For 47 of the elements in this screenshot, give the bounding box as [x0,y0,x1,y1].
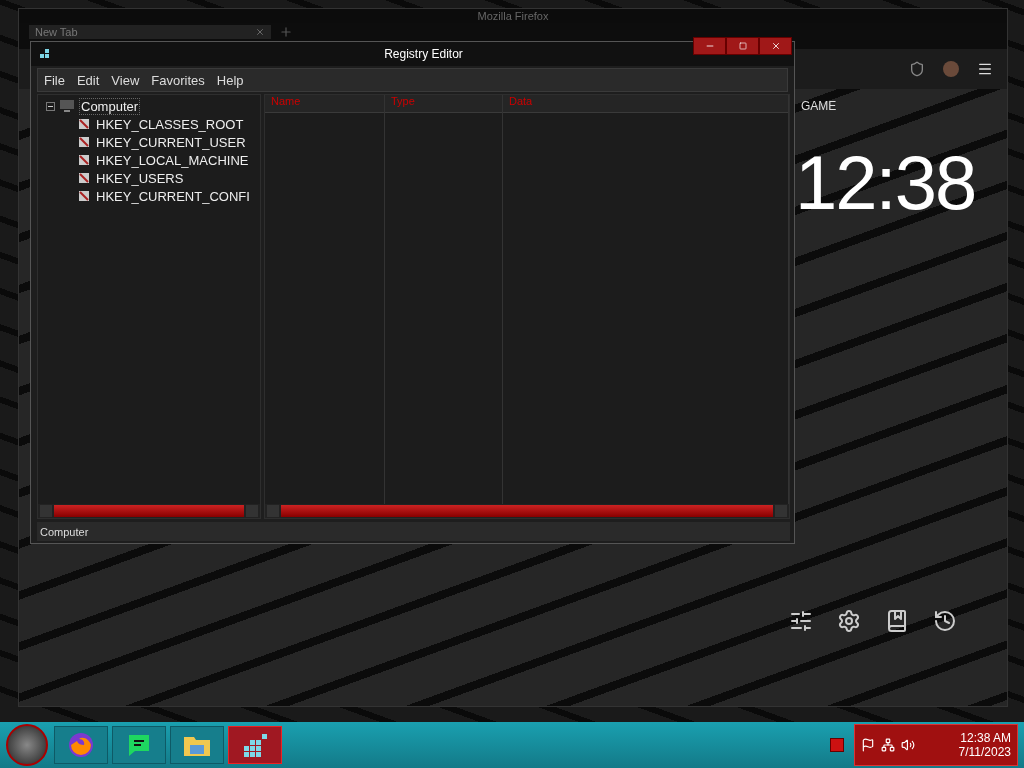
menu-item[interactable]: View [105,72,146,88]
tray-date[interactable]: 7/11/2023 [958,745,1011,759]
browser-icon [67,731,95,759]
tree-item[interactable]: HKEY_USERS [94,169,186,187]
scroll-bar[interactable] [38,504,260,518]
menu-item[interactable]: Favorites [145,72,211,88]
history-icon[interactable] [933,609,957,633]
maximize-button[interactable] [726,37,759,55]
menu-item[interactable]: Help [210,72,250,88]
tree-item[interactable]: HKEY_CLASSES_ROOT [94,115,246,133]
window-title: Registry Editor [383,47,464,61]
window-title: Mozilla Firefox [477,10,549,22]
taskbar-app-button[interactable] [228,726,282,764]
settings-icon[interactable] [837,609,861,633]
clock-text: 12:38 [795,139,976,226]
sliders-icon[interactable] [789,609,813,633]
taskbar-app-button[interactable] [54,726,108,764]
volume-icon[interactable] [901,738,915,752]
menu-item[interactable]: Edit [70,72,106,88]
close-tab-icon[interactable] [255,27,265,37]
scroll-bar[interactable] [265,504,789,518]
taskbar-app-button[interactable] [112,726,166,764]
flag-icon[interactable] [861,738,875,752]
status-bar: Computer [37,522,790,541]
partial-label: GAME [801,99,837,113]
shield-icon[interactable] [909,61,925,77]
taskbar-app-button[interactable] [170,726,224,764]
menu-icon[interactable] [977,61,993,77]
computer-icon [59,99,75,113]
registry-key-icon [78,172,90,184]
maximize-icon [738,42,747,50]
registry-key-icon [78,154,90,166]
collapse-icon[interactable] [46,101,55,111]
bookmark-book-icon[interactable] [885,609,909,633]
tree-item[interactable]: HKEY_LOCAL_MACHINE [94,151,251,169]
tree-item[interactable]: HKEY_CURRENT_USER [94,133,248,151]
registry-key-icon [78,190,90,202]
registry-key-icon [78,118,90,130]
tree-item[interactable]: HKEY_CURRENT_CONFI [94,187,252,205]
menu-item[interactable]: File [38,72,71,88]
close-icon [770,41,781,51]
browser-tab[interactable]: New Tab [29,25,271,39]
network-icon[interactable] [881,738,895,752]
registry-key-icon [78,136,90,148]
start-button[interactable] [6,724,48,766]
tray-time[interactable]: 12:38 AM [960,731,1011,745]
tree-item[interactable]: Computer [79,97,141,115]
